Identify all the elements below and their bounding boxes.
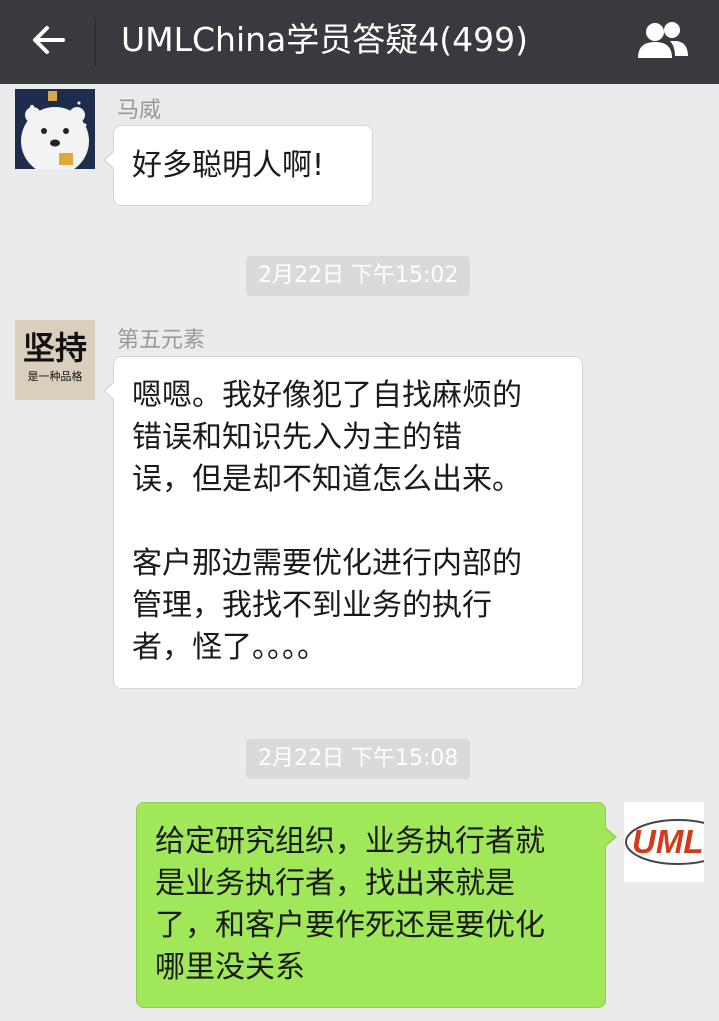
- message-bubble[interactable]: 嗯嗯。我好像犯了自找麻烦的 错误和知识先入为主的错 误，但是却不知道怎么出来。 …: [103, 356, 583, 689]
- timestamp: 2月22日 下午15:08: [246, 739, 471, 779]
- avatar-ma-wei[interactable]: [15, 89, 95, 169]
- sender-name: 马威: [117, 98, 162, 123]
- avatar-text-jianchi: 坚持: [22, 329, 87, 367]
- avatar-text-caption: 是一种品格: [27, 370, 83, 383]
- group-info-button[interactable]: [630, 14, 696, 70]
- polar-bear-avatar: [15, 89, 95, 169]
- avatar-self[interactable]: UMLC: [624, 802, 704, 882]
- message-bubble-outgoing[interactable]: 给定研究组织，业务执行者就 是业务执行者，找出来就是 了，和客户要作死还是要优化…: [136, 802, 617, 1008]
- sender-name: 第五元素: [117, 328, 206, 353]
- header-divider: [95, 18, 96, 66]
- chat-header: UMLChina学员答疑4(499): [0, 0, 719, 84]
- chat-title: UMLChina学员答疑4(499): [121, 20, 529, 59]
- back-button[interactable]: [18, 14, 78, 70]
- back-arrow-icon: [31, 25, 65, 59]
- umlchina-logo-text: UMLC: [632, 823, 704, 860]
- avatar-di-wu-yuan-su[interactable]: 坚持 是一种品格: [15, 320, 95, 400]
- group-members-icon: [635, 20, 691, 64]
- message-bubble[interactable]: 好多聪明人啊!: [103, 125, 373, 206]
- timestamp: 2月22日 下午15:02: [246, 256, 471, 296]
